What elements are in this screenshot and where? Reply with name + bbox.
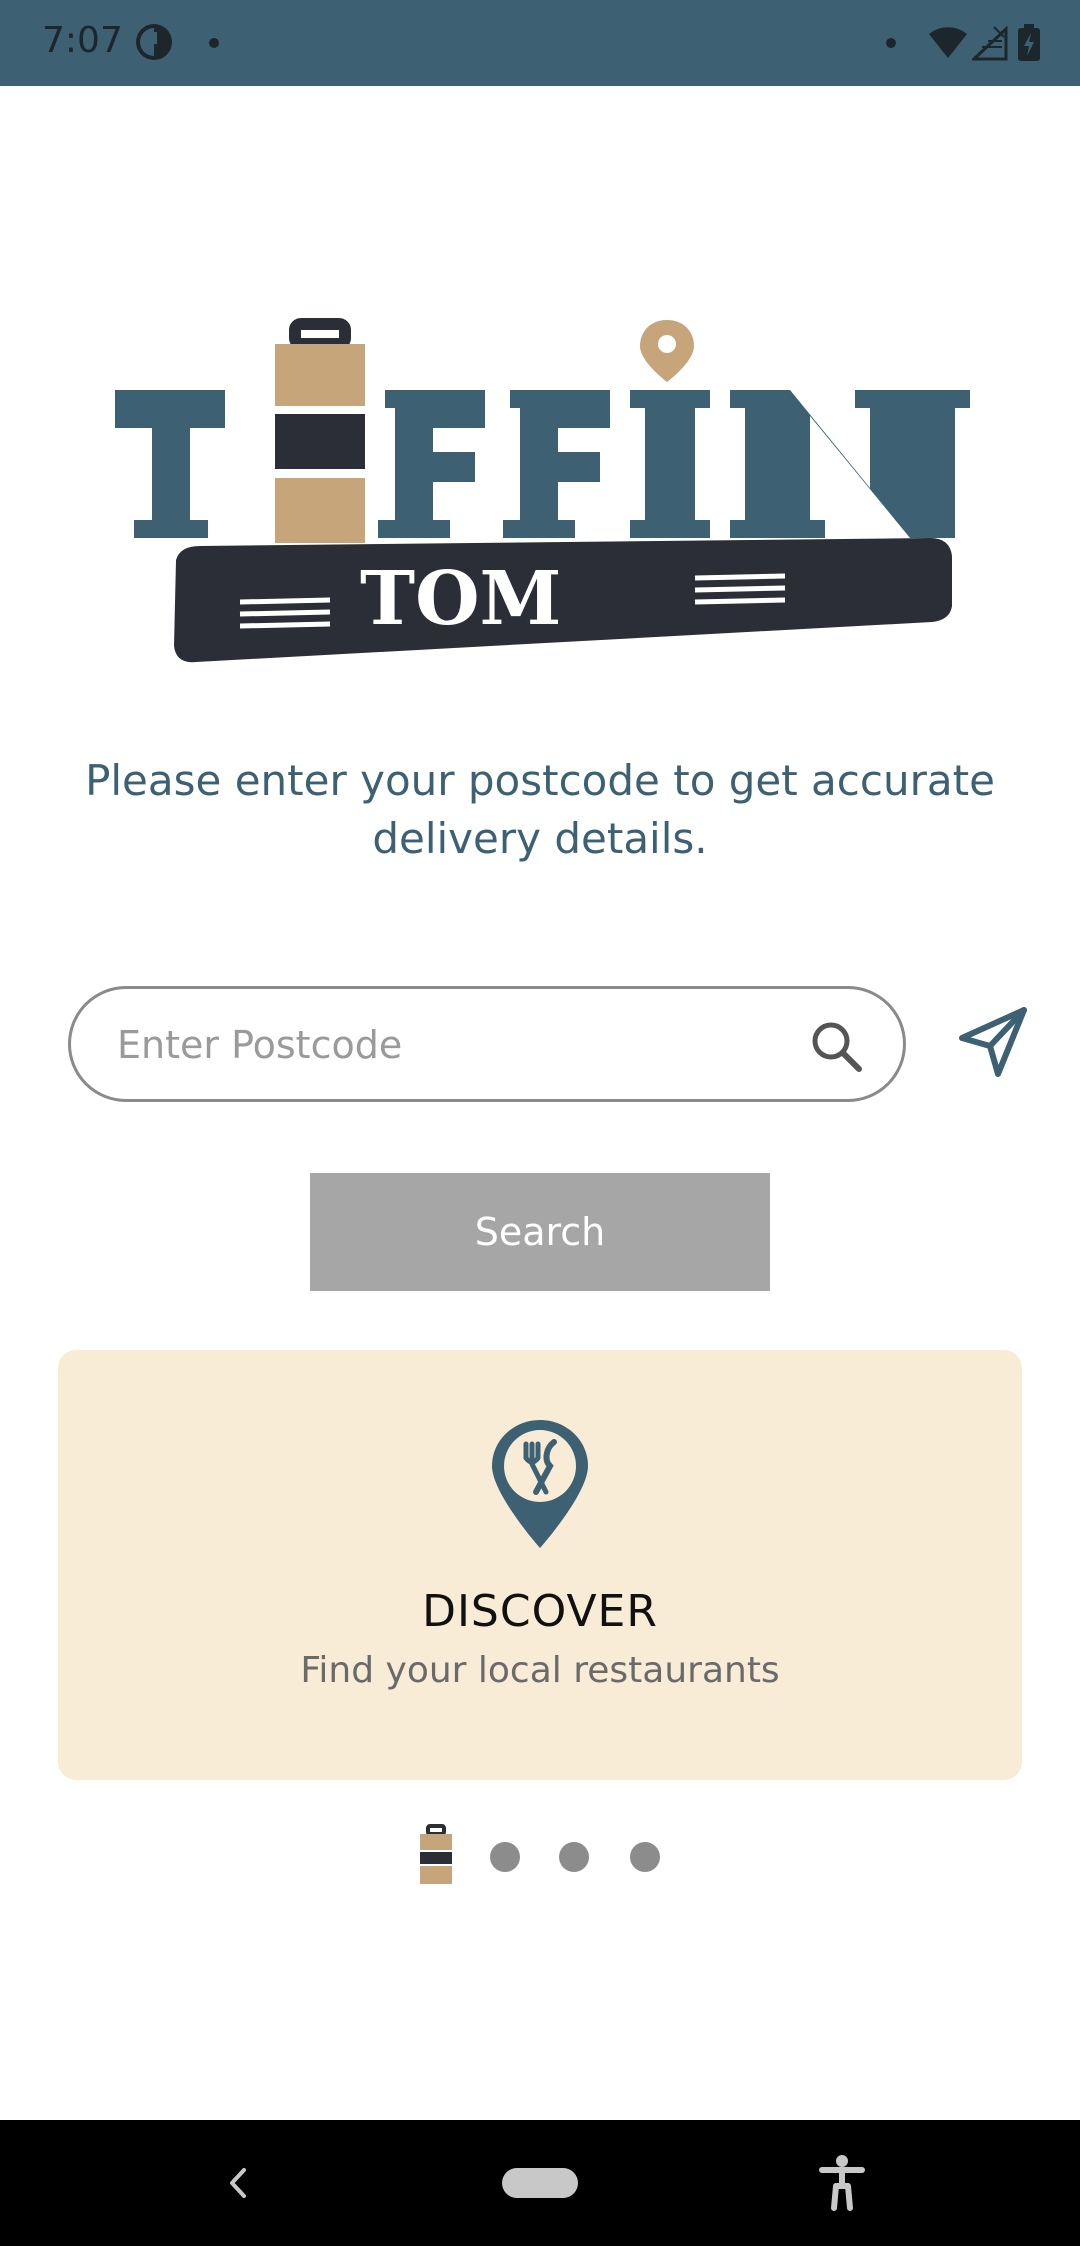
notification-dot-icon xyxy=(209,38,219,48)
card-title: DISCOVER xyxy=(422,1586,658,1637)
send-location-icon[interactable] xyxy=(954,1004,1032,1082)
page-dot[interactable] xyxy=(630,1842,660,1872)
page-dot[interactable] xyxy=(490,1842,520,1872)
discover-card[interactable]: DISCOVER Find your local restaurants xyxy=(58,1350,1022,1780)
wifi-icon xyxy=(929,27,967,58)
card-subtitle: Find your local restaurants xyxy=(300,1650,780,1691)
home-pill-icon[interactable] xyxy=(502,2168,578,2198)
page-dot[interactable] xyxy=(559,1842,589,1872)
signal-icon xyxy=(972,25,1008,61)
postcode-field[interactable] xyxy=(68,986,906,1102)
postcode-input[interactable] xyxy=(115,1009,759,1081)
logo-sub-word: TOM xyxy=(360,556,561,642)
tiffin-box-icon[interactable] xyxy=(416,1824,456,1886)
back-icon[interactable] xyxy=(220,2160,256,2206)
instruction-text: Please enter your postcode to get accura… xyxy=(85,756,995,863)
search-icon[interactable] xyxy=(809,1019,863,1073)
tiffin-tom-logo: TOM xyxy=(115,318,970,663)
restaurant-pin-icon xyxy=(492,1420,588,1548)
page-indicator xyxy=(0,1824,1080,1888)
status-bar: 7:07 xyxy=(0,0,1080,86)
data-saver-icon xyxy=(136,24,172,60)
status-time: 7:07 xyxy=(42,20,123,61)
search-button[interactable]: Search xyxy=(310,1173,770,1291)
system-nav-bar xyxy=(0,2120,1080,2246)
status-dot-icon xyxy=(886,38,896,48)
battery-charging-icon xyxy=(1018,24,1040,61)
accessibility-icon[interactable] xyxy=(818,2154,866,2212)
status-icons xyxy=(928,22,1042,64)
